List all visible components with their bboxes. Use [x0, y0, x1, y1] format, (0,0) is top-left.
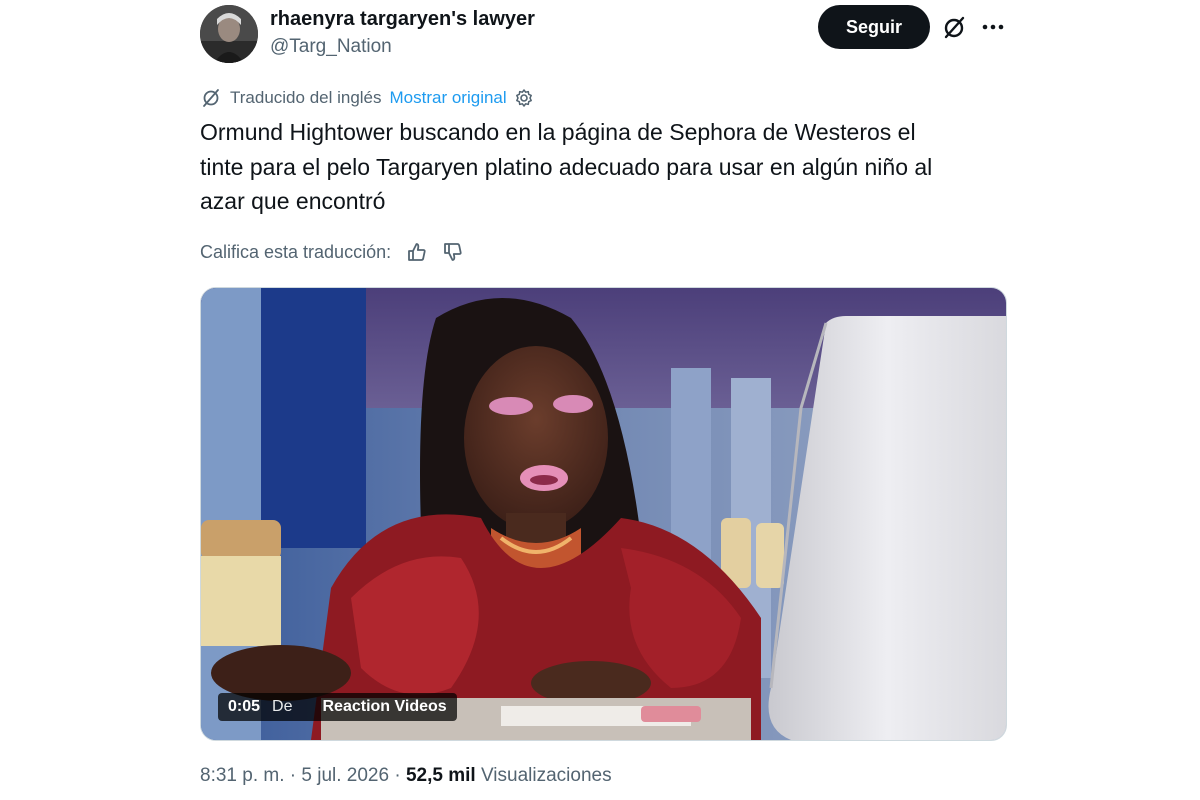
video-by-label: De [272, 698, 293, 715]
follow-button[interactable]: Seguir [818, 5, 930, 49]
thumbs-up-icon[interactable] [405, 240, 429, 264]
tweet-time[interactable]: 8:31 p. m. [200, 765, 285, 786]
views-label: Visualizaciones [480, 765, 612, 786]
views-count: 52,5 mil [405, 765, 476, 786]
translated-label: Traducido del inglés [230, 88, 382, 107]
avatar[interactable] [200, 5, 258, 63]
video-source-link[interactable]: Reaction Videos [322, 698, 446, 716]
gear-icon[interactable] [513, 87, 535, 109]
author-display-name[interactable]: rhaenyra targaryen's lawyer [270, 8, 535, 31]
tweet-meta-row: 8:31 p. m. · 5 jul. 2026 · 52,5 mil Visu… [200, 765, 612, 787]
tweet-text-line: Ormund Hightower buscando en la página d… [200, 119, 916, 145]
video-timestamp-badge: 0:05 De Reaction Videos [218, 693, 457, 721]
meta-separator: · [394, 765, 401, 786]
show-original-link[interactable]: Mostrar original [390, 88, 507, 108]
more-dots-icon[interactable] [980, 14, 1006, 40]
avatar-image [200, 5, 258, 63]
meta-separator: · [289, 765, 297, 786]
grok-slash-icon[interactable] [940, 14, 968, 42]
rate-translation-label: Califica esta traducción: [200, 241, 392, 262]
translate-icon [200, 87, 222, 109]
tweet-text-line: tinte para el pelo Targaryen platino ade… [200, 153, 933, 180]
translation-row: Traducido del inglés Mostrar original [200, 86, 535, 110]
tweet-text-line: azar que encontró [200, 188, 386, 214]
video-player[interactable] [200, 287, 1007, 741]
video-thumbnail [201, 288, 1006, 740]
author-handle[interactable]: @Targ_Nation [270, 36, 392, 58]
video-time: 0:05 [228, 698, 261, 715]
tweet-text: Ormund Hightower buscando en la página d… [200, 115, 1010, 219]
rate-translation-row: Califica esta traducción: [200, 239, 465, 265]
thumbs-down-icon[interactable] [441, 240, 465, 264]
tweet-date[interactable]: 5 jul. 2026 [301, 765, 389, 786]
